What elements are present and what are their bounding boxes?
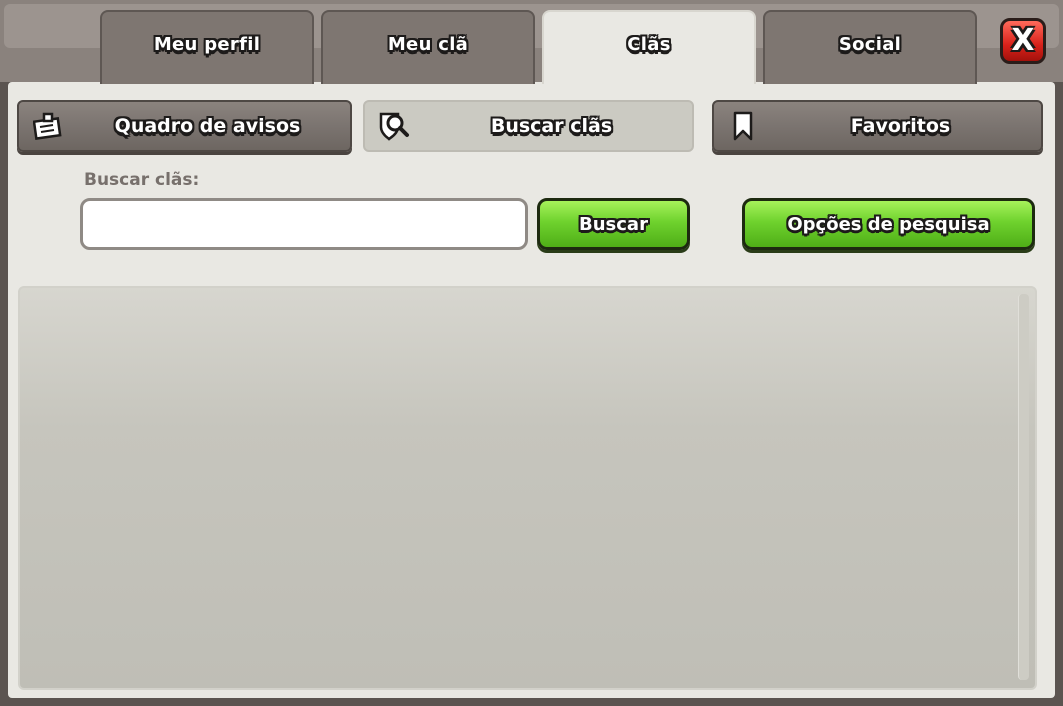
tab-meu-cla[interactable]: Meu clã xyxy=(321,10,535,84)
subtab-label: Favoritos xyxy=(850,115,951,137)
bookmark-icon xyxy=(726,109,760,143)
search-button[interactable]: Buscar xyxy=(537,198,690,250)
tab-meu-perfil[interactable]: Meu perfil xyxy=(100,10,314,84)
notice-board-icon xyxy=(31,109,65,143)
subtab-buscar-clas[interactable]: Buscar clãs xyxy=(363,100,694,152)
subtab-favoritos[interactable]: Favoritos xyxy=(712,100,1043,152)
subtab-quadro-de-avisos[interactable]: Quadro de avisos xyxy=(17,100,352,152)
tab-label: Social xyxy=(838,34,902,55)
search-label: Buscar clãs: xyxy=(84,170,200,190)
search-options-label: Opções de pesquisa xyxy=(787,213,990,235)
results-list[interactable] xyxy=(18,286,1037,690)
search-input[interactable] xyxy=(80,198,528,250)
results-scrollbar[interactable] xyxy=(1018,294,1029,680)
subtab-label: Buscar clãs xyxy=(490,115,613,137)
tab-label: Meu perfil xyxy=(153,34,261,55)
tab-social[interactable]: Social xyxy=(763,10,977,84)
search-button-label: Buscar xyxy=(579,213,648,235)
close-icon: X xyxy=(1011,23,1035,58)
subtab-label: Quadro de avisos xyxy=(114,115,301,137)
search-clan-icon xyxy=(377,109,411,143)
close-button[interactable]: X xyxy=(1000,18,1046,64)
tab-label: Meu clã xyxy=(387,34,469,55)
tab-label: Clãs xyxy=(627,34,671,55)
tab-clas[interactable]: Clãs xyxy=(542,10,756,84)
search-options-button[interactable]: Opções de pesquisa xyxy=(742,198,1035,250)
